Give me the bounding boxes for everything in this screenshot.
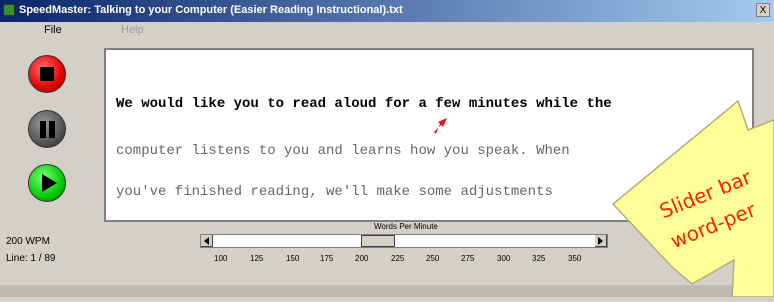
reading-line-current: We would like you to read aloud for a fe… <box>116 96 612 112</box>
slider-left-button[interactable] <box>201 235 213 247</box>
play-button[interactable] <box>28 164 66 202</box>
close-icon[interactable]: X <box>756 3 770 17</box>
pause-icon <box>40 121 46 138</box>
reading-pointer-icon <box>434 118 447 134</box>
arrow-right-icon <box>598 237 603 245</box>
wpm-readout: 200 WPM <box>6 236 50 247</box>
stop-button[interactable] <box>28 55 66 93</box>
menu-help[interactable]: Help <box>121 24 144 36</box>
line-counter: Line: 1 / 89 <box>6 253 56 264</box>
slider-tick: 350 <box>568 254 582 263</box>
slider-right-button[interactable] <box>595 235 607 247</box>
slider-tick: 250 <box>426 254 440 263</box>
slider-tick: 100 <box>214 254 228 263</box>
pause-icon-bar <box>49 121 55 138</box>
pause-button[interactable] <box>28 110 66 148</box>
app-icon <box>3 4 15 16</box>
slider-label: Words Per Minute <box>374 222 438 231</box>
annotation-callout: Slider bar word-per <box>611 99 774 302</box>
reading-line-after: you've finished reading, we'll make some… <box>116 184 553 200</box>
slider-tick: 150 <box>286 254 300 263</box>
slider-tick: 300 <box>497 254 511 263</box>
window-title: SpeedMaster: Talking to your Computer (E… <box>19 4 403 16</box>
menu-file[interactable]: File <box>44 24 62 36</box>
slider-tick: 275 <box>461 254 475 263</box>
wpm-slider[interactable] <box>200 234 608 248</box>
title-bar: SpeedMaster: Talking to your Computer (E… <box>0 0 774 22</box>
slider-tick: 225 <box>391 254 405 263</box>
menu-bar: File Help <box>0 22 774 41</box>
stop-icon <box>40 67 54 81</box>
slider-tick: 175 <box>320 254 334 263</box>
slider-tick: 200 <box>355 254 369 263</box>
slider-tick: 125 <box>250 254 264 263</box>
arrow-left-icon <box>204 237 209 245</box>
slider-tick: 325 <box>532 254 546 263</box>
slider-thumb[interactable] <box>361 235 395 247</box>
play-icon <box>42 174 57 192</box>
reading-line-next: computer listens to you and learns how y… <box>116 143 570 159</box>
